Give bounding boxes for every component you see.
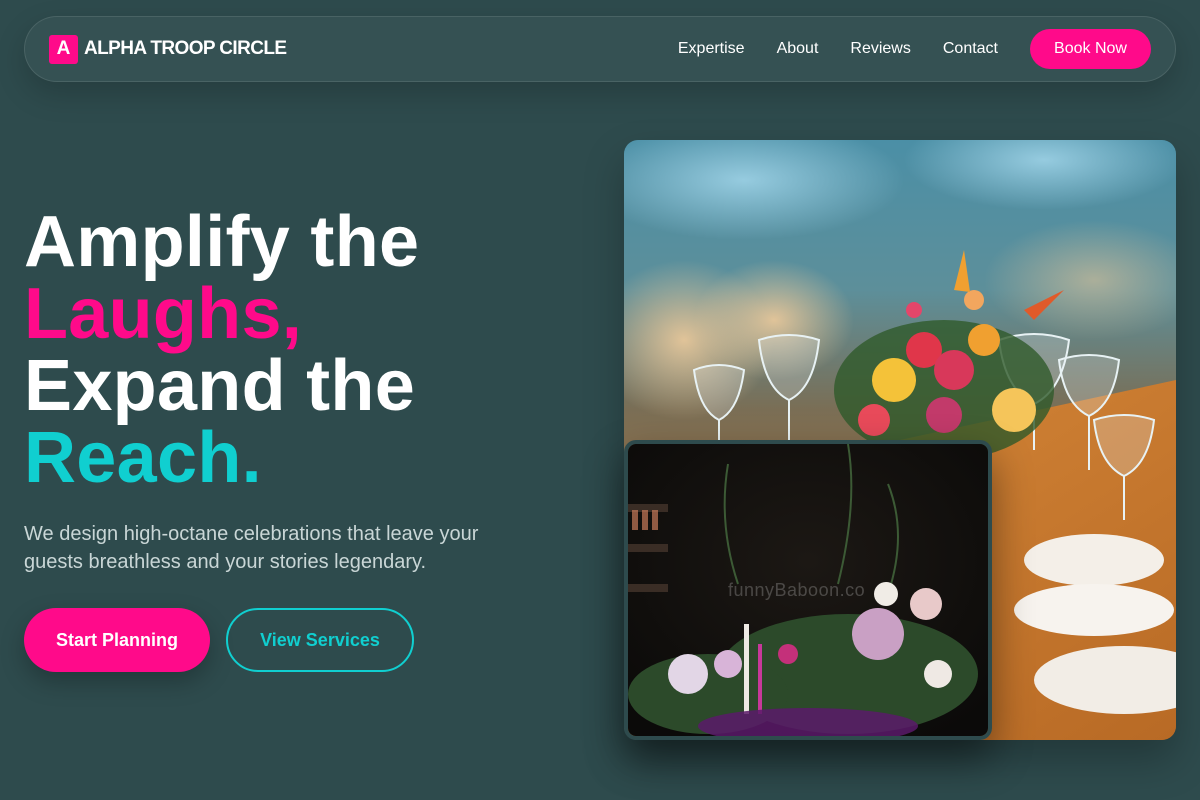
nav-link-contact[interactable]: Contact (943, 40, 998, 58)
nav-link-expertise[interactable]: Expertise (678, 40, 745, 58)
hero-title-line-3: Expand the (24, 346, 416, 426)
view-services-button[interactable]: View Services (226, 608, 414, 672)
brand-logo[interactable]: A ALPHA TROOP CIRCLE (49, 34, 287, 64)
hero-title-line-4: Reach. (24, 418, 262, 498)
watermark-text: funnyBaboon.co (728, 580, 866, 600)
hero-title-line-1: Amplify the (24, 202, 420, 282)
book-now-button[interactable]: Book Now (1030, 29, 1151, 69)
brand-name: ALPHA TROOP CIRCLE (84, 38, 287, 59)
navbar: A ALPHA TROOP CIRCLE Expertise About Rev… (24, 16, 1176, 82)
brand-mark-icon: A (49, 34, 78, 64)
hero-title: Amplify the Laughs, Expand the Reach. (24, 206, 419, 494)
floral-inset-photo: funnyBaboon.co (624, 440, 992, 740)
hero-subtitle: We design high-octane celebrations that … (24, 523, 479, 573)
hero-title-line-2: Laughs, (24, 274, 303, 354)
nav-link-about[interactable]: About (777, 40, 819, 58)
nav-links: Expertise About Reviews Contact Book Now (678, 29, 1151, 69)
nav-link-reviews[interactable]: Reviews (850, 40, 910, 58)
start-planning-button[interactable]: Start Planning (24, 608, 210, 672)
